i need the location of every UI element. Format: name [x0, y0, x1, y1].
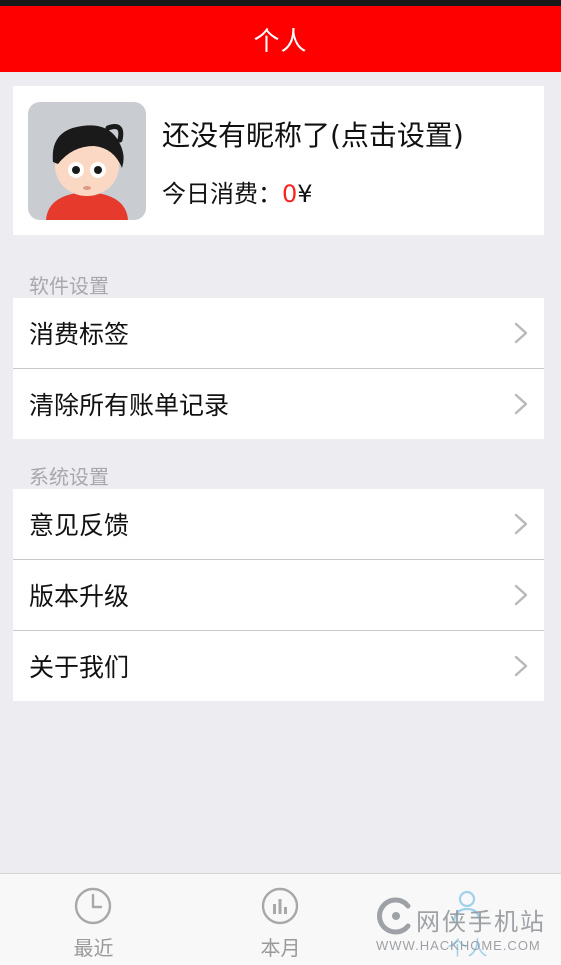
system-settings-group: 意见反馈 版本升级 关于我们	[13, 489, 544, 701]
list-item-consumption-tags[interactable]: 消费标签	[13, 298, 544, 368]
list-item-version-upgrade[interactable]: 版本升级	[13, 559, 544, 630]
clock-icon	[74, 887, 112, 925]
page-title: 个人	[253, 26, 308, 57]
chevron-right-icon	[514, 513, 528, 535]
today-spending-label: 今日消费：	[162, 180, 282, 208]
nav-bar: 个人	[0, 6, 561, 72]
list-item-clear-all-records[interactable]: 清除所有账单记录	[13, 368, 544, 439]
watermark-en: WWW.HACKHOME.COM	[376, 938, 541, 953]
chevron-right-icon	[514, 584, 528, 606]
currency-symbol: ¥	[297, 180, 313, 208]
watermark: 网侠手机站 WWW.HACKHOME.COM	[370, 888, 556, 960]
nickname-label[interactable]: 还没有昵称了(点击设置)	[162, 114, 464, 154]
profile-card[interactable]: 还没有昵称了(点击设置) 今日消费：0¥	[13, 86, 544, 235]
list-item-about-us[interactable]: 关于我们	[13, 630, 544, 701]
chevron-right-icon	[514, 322, 528, 344]
list-item-label: 意见反馈	[29, 511, 130, 540]
tab-label: 最近	[73, 936, 114, 960]
list-item-label: 关于我们	[29, 653, 130, 682]
section-label-software-settings: 软件设置	[29, 274, 109, 298]
chevron-right-icon	[514, 655, 528, 677]
list-item-label: 消费标签	[29, 320, 130, 349]
tab-recent[interactable]: 最近	[0, 874, 187, 965]
section-label-system-settings: 系统设置	[29, 465, 109, 489]
today-spending-amount: 0	[282, 180, 298, 208]
watermark-cn: 网侠手机站	[416, 908, 546, 936]
software-settings-group: 消费标签 清除所有账单记录	[13, 298, 544, 439]
list-item-label: 清除所有账单记录	[29, 391, 230, 420]
list-item-feedback[interactable]: 意见反馈	[13, 489, 544, 559]
cartoon-boy-avatar-icon	[28, 102, 146, 220]
today-spending: 今日消费：0¥	[162, 174, 313, 209]
list-item-label: 版本升级	[29, 582, 130, 611]
tab-this-month[interactable]: 本月	[187, 874, 374, 965]
bar-chart-icon	[261, 887, 299, 925]
chevron-right-icon	[514, 393, 528, 415]
watermark-logo-icon	[377, 897, 411, 935]
tab-label: 本月	[260, 936, 301, 960]
avatar[interactable]	[28, 102, 146, 220]
